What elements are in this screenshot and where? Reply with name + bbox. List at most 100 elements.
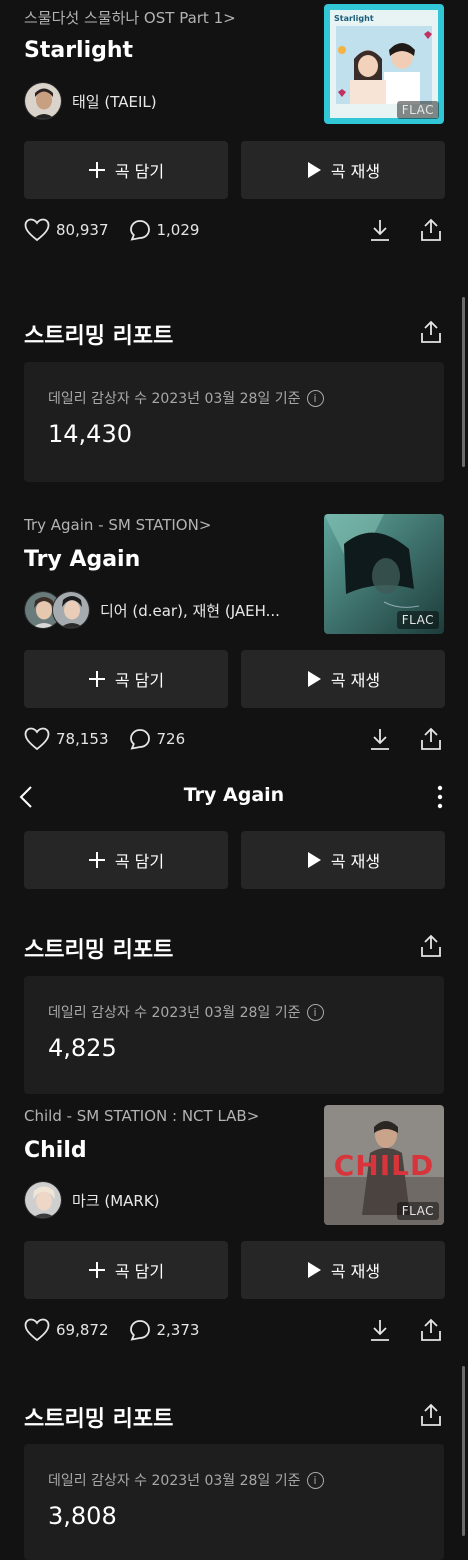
play-icon xyxy=(307,852,321,868)
chevron-right-icon: > xyxy=(223,9,236,27)
plus-icon xyxy=(88,162,105,178)
daily-listeners: 4,825 xyxy=(48,1034,117,1062)
streaming-report-title: 스트리밍 리포트 xyxy=(24,938,174,963)
download-button[interactable] xyxy=(367,217,393,243)
comment-button[interactable]: 726 xyxy=(129,728,185,750)
like-count: 80,937 xyxy=(56,221,109,239)
like-button[interactable]: 69,872 xyxy=(24,1318,109,1342)
play-track-label: 곡 재생 xyxy=(330,852,381,871)
album-cover[interactable]: Starlight FLAC xyxy=(324,4,444,124)
play-track-button[interactable]: 곡 재생 xyxy=(241,141,445,199)
add-track-label: 곡 담기 xyxy=(114,671,165,690)
like-count: 78,153 xyxy=(56,730,109,748)
share-icon xyxy=(421,1403,441,1426)
info-icon[interactable]: i xyxy=(306,389,324,407)
like-button[interactable]: 80,937 xyxy=(24,218,109,242)
report-label-text: 데일리 감상자 수 2023년 03월 28일 기준 xyxy=(48,391,301,407)
comment-icon xyxy=(129,220,150,241)
artist-name: 태일 (TAEIL) xyxy=(72,92,157,111)
share-icon xyxy=(421,1318,441,1341)
play-track-button[interactable]: 곡 재생 xyxy=(241,650,445,708)
track-title: Child xyxy=(24,1138,87,1163)
add-track-label: 곡 담기 xyxy=(114,852,165,871)
cover-text: Starlight xyxy=(334,14,374,23)
play-icon xyxy=(307,1262,321,1278)
share-button[interactable] xyxy=(418,217,444,243)
chevron-right-icon: > xyxy=(246,1107,260,1125)
report-card: 데일리 감상자 수 2023년 03월 28일 기준 i 14,430 xyxy=(24,362,444,482)
scrollbar[interactable] xyxy=(462,297,465,467)
report-share-button[interactable] xyxy=(418,319,444,345)
daily-listeners: 14,430 xyxy=(48,420,132,448)
artist-row[interactable]: 마크 (MARK) xyxy=(24,1180,160,1220)
like-count: 69,872 xyxy=(56,1321,109,1339)
more-button[interactable] xyxy=(427,784,453,810)
track-title: Starlight xyxy=(24,38,134,63)
daily-listeners: 3,808 xyxy=(48,1502,117,1530)
streaming-report-title: 스트리밍 리포트 xyxy=(24,324,174,349)
play-track-button[interactable]: 곡 재생 xyxy=(241,831,445,889)
add-track-button[interactable]: 곡 담기 xyxy=(24,1241,228,1299)
track-title: Try Again xyxy=(24,547,141,572)
add-track-button[interactable]: 곡 담기 xyxy=(24,831,228,889)
add-track-label: 곡 담기 xyxy=(114,1262,165,1281)
more-vertical-icon xyxy=(437,785,443,809)
report-card: 데일리 감상자 수 2023년 03월 28일 기준 i 3,808 xyxy=(24,1444,444,1560)
chevron-right-icon: > xyxy=(198,516,212,534)
album-cover[interactable]: FLAC xyxy=(324,514,444,634)
share-icon xyxy=(421,727,441,750)
share-icon xyxy=(421,320,441,343)
artist-row[interactable]: 디어 (d.ear), 재현 (JAEH... xyxy=(24,590,280,630)
flac-badge: FLAC xyxy=(396,101,439,119)
comment-count: 2,373 xyxy=(156,1321,200,1339)
album-link[interactable]: Child - SM STATION : NCT LAB> xyxy=(24,1107,259,1125)
play-track-label: 곡 재생 xyxy=(330,671,381,690)
play-track-button[interactable]: 곡 재생 xyxy=(241,1241,445,1299)
track-stats: 80,937 1,029 xyxy=(24,218,219,242)
download-icon xyxy=(371,220,389,241)
artist-row[interactable]: 태일 (TAEIL) xyxy=(24,81,157,121)
report-label-text: 데일리 감상자 수 2023년 03월 28일 기준 xyxy=(48,1473,301,1489)
comment-button[interactable]: 2,373 xyxy=(129,1319,200,1341)
cover-text: CHILD xyxy=(333,1149,435,1182)
avatar xyxy=(24,1181,62,1219)
plus-icon xyxy=(88,852,105,868)
report-label: 데일리 감상자 수 2023년 03월 28일 기준 i xyxy=(48,1002,324,1022)
plus-icon xyxy=(88,671,105,687)
download-button[interactable] xyxy=(367,1317,393,1343)
add-track-button[interactable]: 곡 담기 xyxy=(24,141,228,199)
flac-badge: FLAC xyxy=(396,611,439,629)
comment-count: 1,029 xyxy=(156,221,200,239)
download-button[interactable] xyxy=(367,726,393,752)
scrollbar[interactable] xyxy=(462,1366,465,1536)
comment-button[interactable]: 1,029 xyxy=(129,219,200,241)
play-track-label: 곡 재생 xyxy=(330,162,381,181)
share-button[interactable] xyxy=(418,726,444,752)
add-track-label: 곡 담기 xyxy=(114,162,165,181)
avatar xyxy=(24,82,62,120)
share-icon xyxy=(421,218,441,241)
album-link[interactable]: 스물다섯 스물하나 OST Part 1> xyxy=(24,7,236,28)
avatar xyxy=(52,591,90,629)
track-stats: 78,153 726 xyxy=(24,727,205,751)
heart-icon xyxy=(24,218,50,242)
heart-icon xyxy=(24,727,50,751)
album-name: Child - SM STATION : NCT LAB xyxy=(24,1107,247,1125)
share-button[interactable] xyxy=(418,1317,444,1343)
report-label-text: 데일리 감상자 수 2023년 03월 28일 기준 xyxy=(48,1005,301,1021)
streaming-report-title: 스트리밍 리포트 xyxy=(24,1407,174,1432)
info-icon[interactable]: i xyxy=(306,1003,324,1021)
artist-name: 마크 (MARK) xyxy=(72,1191,160,1210)
like-button[interactable]: 78,153 xyxy=(24,727,109,751)
report-share-button[interactable] xyxy=(418,933,444,959)
album-link[interactable]: Try Again - SM STATION> xyxy=(24,516,211,534)
report-share-button[interactable] xyxy=(418,1402,444,1428)
report-card: 데일리 감상자 수 2023년 03월 28일 기준 i 4,825 xyxy=(24,976,444,1094)
album-cover[interactable]: CHILD FLAC xyxy=(324,1105,444,1225)
comment-icon xyxy=(129,1320,150,1341)
comment-icon xyxy=(129,729,150,750)
add-track-button[interactable]: 곡 담기 xyxy=(24,650,228,708)
play-track-label: 곡 재생 xyxy=(330,1262,381,1281)
info-icon[interactable]: i xyxy=(306,1471,324,1489)
share-icon xyxy=(421,934,441,957)
